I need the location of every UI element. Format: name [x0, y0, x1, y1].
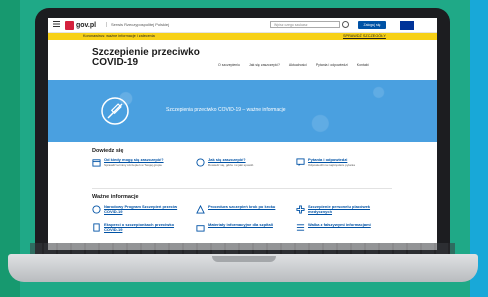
nav-item-o-szczepieniu[interactable]: O szczepieniu	[218, 63, 240, 67]
nav-item-aktualnosci[interactable]: Aktualności	[289, 63, 307, 67]
info-card[interactable]: Od kiedy mogę się zaszczepić? Sprawdź te…	[92, 157, 187, 167]
search-input[interactable]: Wpisz czego szukasz	[270, 21, 340, 28]
chat-icon	[296, 158, 305, 167]
hero-text: Szczepienia przeciwko COVID-19 – ważne i…	[166, 107, 286, 113]
alert-text: Koronawirus: ważne informacje i zaleceni…	[83, 34, 155, 38]
steps-icon	[196, 205, 205, 214]
card-title: Pytania i odpowiedzi	[308, 157, 348, 162]
section-title-wazne: Ważne informacje	[92, 194, 139, 200]
logo-text: gov.pl	[76, 21, 97, 29]
program-icon	[92, 205, 101, 214]
syringe-icon	[101, 97, 129, 125]
alert-link[interactable]: SPRAWDŹ SZCZEGÓŁY	[343, 33, 386, 40]
info-card[interactable]: Szczepienie personelu placówek medycznyc…	[296, 204, 391, 214]
search-icon[interactable]	[342, 21, 349, 28]
top-bar: gov.pl Serwis Rzeczypospolitej Polskiej …	[48, 18, 437, 33]
card-desc: Odpowiedzi na najczęstsze pytania	[308, 162, 355, 167]
hero-banner: Szczepienia przeciwko COVID-19 – ważne i…	[48, 80, 437, 142]
help-icon	[196, 158, 205, 167]
page-nav: O szczepieniu Jak się zaszczepić? Aktual…	[218, 63, 369, 67]
info-card[interactable]: Pytania i odpowiedzi Odpowiedzi na najcz…	[296, 157, 391, 167]
card-title: Od kiedy mogę się zaszczepić?	[104, 157, 164, 162]
nav-item-kontakt[interactable]: Kontakt	[357, 63, 369, 67]
card-desc: Dowiedz się, gdzie i w jaki sposób	[208, 162, 254, 167]
card-desc: Sprawdź terminy szczepień w Twojej grupi…	[104, 162, 162, 167]
page-title: Szczepienie przeciwko COVID-19	[92, 47, 200, 68]
card-title: Walka z fałszywymi informacjami	[308, 222, 371, 227]
medical-icon	[296, 205, 305, 214]
nav-item-pytania[interactable]: Pytania i odpowiedzi	[316, 63, 348, 67]
card-title: Eksperci o szczepionkach przeciwko COVID…	[104, 222, 175, 232]
site-name: Serwis Rzeczypospolitej Polskiej	[106, 22, 169, 27]
document-icon	[93, 223, 100, 232]
folder-icon	[196, 225, 205, 232]
nav-item-jak-sie-zaszczepic[interactable]: Jak się zaszczepić?	[249, 63, 280, 67]
gov-logo[interactable]: gov.pl	[65, 20, 96, 30]
info-card[interactable]: Procedura szczepień krok po kroku	[196, 204, 286, 214]
background-stripe-right	[470, 0, 488, 297]
background-stripe-left	[0, 0, 20, 297]
list-icon	[296, 224, 305, 231]
info-card[interactable]: Walka z fałszywymi informacjami	[296, 222, 391, 232]
alert-bar: Koronawirus: ważne informacje i zaleceni…	[48, 33, 437, 40]
section-title-dowiedz: Dowiedz się	[92, 148, 124, 154]
info-card[interactable]: Materiały informacyjne dla szpitali	[196, 222, 286, 232]
info-card[interactable]: Narodowy Program Szczepień przeciw COVID…	[92, 204, 187, 214]
info-card[interactable]: Eksperci o szczepionkach przeciwko COVID…	[92, 222, 187, 232]
laptop-screen: gov.pl Serwis Rzeczypospolitej Polskiej …	[48, 18, 437, 250]
emblem-icon	[65, 20, 74, 30]
card-title: Szczepienie personelu placówek medycznyc…	[308, 204, 371, 214]
eu-flag-icon	[400, 21, 414, 30]
card-title: Narodowy Program Szczepień przeciw COVID…	[104, 204, 178, 214]
menu-icon[interactable]	[53, 21, 60, 27]
card-title: Materiały informacyjne dla szpitali	[208, 222, 273, 227]
calendar-icon	[92, 159, 101, 167]
section-divider	[92, 188, 392, 189]
card-title: Jak się zaszczepić?	[208, 157, 246, 162]
login-button[interactable]: Zaloguj się	[358, 21, 386, 29]
laptop-notch	[212, 256, 276, 262]
card-title: Procedura szczepień krok po kroku	[208, 204, 276, 209]
info-card[interactable]: Jak się zaszczepić? Dowiedz się, gdzie i…	[196, 157, 286, 167]
